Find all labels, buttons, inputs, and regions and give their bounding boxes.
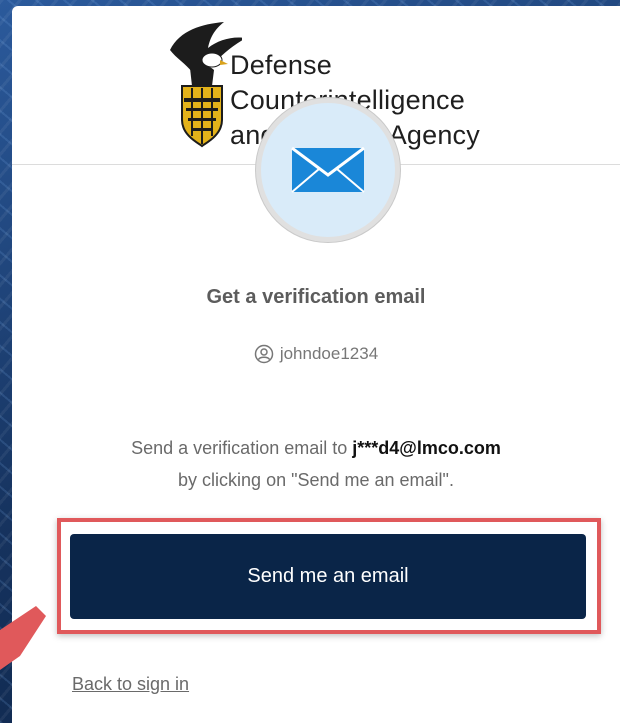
instructions-text: Send a verification email to j***d4@lmco… — [52, 432, 580, 496]
masked-email: j***d4@lmco.com — [352, 438, 501, 458]
verification-card: Defense Counterintelligence and Security… — [12, 6, 620, 723]
agency-name-line1: Defense — [230, 50, 332, 80]
red-arrow-icon — [0, 606, 46, 670]
user-circle-icon — [254, 344, 274, 364]
factor-icon-circle — [256, 98, 400, 242]
page-title: Get a verification email — [206, 286, 426, 308]
send-email-button[interactable]: Send me an email — [70, 534, 586, 619]
instruction-prefix: Send a verification email to — [131, 438, 353, 458]
back-to-sign-in-link[interactable]: Back to sign in — [72, 674, 189, 695]
envelope-icon — [291, 147, 365, 193]
user-identifier: johndoe1234 — [12, 344, 620, 364]
username: johndoe1234 — [279, 344, 379, 363]
instruction-suffix: by clicking on "Send me an email". — [178, 470, 454, 490]
